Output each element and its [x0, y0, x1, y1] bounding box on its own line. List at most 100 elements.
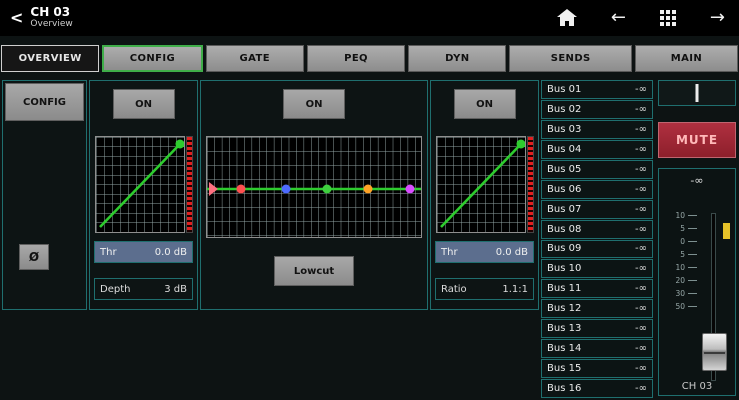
fader-channel-label: CH 03 — [659, 381, 735, 392]
fader-level-value: -∞ — [659, 174, 735, 187]
gate-depth-row[interactable]: Depth 3 dB — [94, 278, 193, 300]
tab-overview[interactable]: OVERVIEW — [1, 45, 99, 72]
tab-sends[interactable]: SENDS — [509, 45, 631, 72]
bus-send-level: -∞ — [635, 224, 647, 235]
dyn-threshold-label: Thr — [441, 247, 458, 258]
bus-send-level: -∞ — [635, 104, 647, 115]
tab-config[interactable]: CONFIG — [102, 45, 202, 72]
bus-name: Bus 01 — [547, 84, 581, 95]
config-section: CONFIG Ø — [2, 80, 87, 310]
back-arrow-icon[interactable]: ← — [611, 9, 626, 27]
bus-name: Bus 04 — [547, 144, 581, 155]
sends-list: Bus 01 -∞ Bus 02 -∞ Bus 03 -∞ Bus 04 -∞ … — [541, 80, 653, 398]
dyn-ratio-label: Ratio — [441, 284, 467, 295]
bus-send-row[interactable]: Bus 15 -∞ — [541, 359, 653, 378]
fader-scale-tick: 5 — [661, 222, 697, 235]
bus-send-row[interactable]: Bus 02 -∞ — [541, 100, 653, 119]
fader-scale-tick: 20 — [661, 274, 697, 287]
bus-name: Bus 09 — [547, 243, 581, 254]
gate-curve-graph[interactable] — [95, 136, 185, 233]
fader-scale-tick: 30 — [661, 287, 697, 300]
bus-send-row[interactable]: Bus 11 -∞ — [541, 279, 653, 298]
tab-bar: OVERVIEW CONFIG GATE PEQ DYN SENDS MAIN — [1, 45, 738, 72]
bus-name: Bus 14 — [547, 343, 581, 354]
eq-band-dot[interactable] — [406, 185, 415, 194]
bus-send-level: -∞ — [635, 343, 647, 354]
bus-send-level: -∞ — [635, 243, 647, 254]
gate-section: ON Thr 0.0 dB Depth 3 dB — [89, 80, 198, 310]
top-bar: < CH 03 Overview ← → — [0, 0, 739, 36]
scale-tick-mark — [688, 306, 697, 307]
bus-send-level: -∞ — [635, 363, 647, 374]
fader-scale-tick: 10 — [661, 261, 697, 274]
fader-section: -∞ 10 5 0 5 10 — [658, 168, 736, 396]
scale-label: 10 — [675, 211, 685, 220]
dyn-on-button[interactable]: ON — [454, 89, 516, 119]
bus-name: Bus 08 — [547, 224, 581, 235]
config-button[interactable]: CONFIG — [5, 83, 84, 121]
dyn-curve-graph[interactable] — [436, 136, 526, 233]
pan-indicator[interactable] — [658, 80, 736, 106]
peq-curve-graph[interactable] — [206, 136, 422, 238]
bus-send-row[interactable]: Bus 05 -∞ — [541, 160, 653, 179]
bus-send-row[interactable]: Bus 03 -∞ — [541, 120, 653, 139]
dyn-ratio-row[interactable]: Ratio 1.1:1 — [435, 278, 534, 300]
dyn-threshold-row[interactable]: Thr 0.0 dB — [435, 241, 534, 263]
dialpad-icon[interactable] — [660, 10, 676, 26]
bus-send-level: -∞ — [635, 164, 647, 175]
fader-cap[interactable] — [702, 333, 727, 371]
lowcut-button[interactable]: Lowcut — [274, 256, 354, 286]
bus-send-row[interactable]: Bus 06 -∞ — [541, 180, 653, 199]
bus-name: Bus 10 — [547, 263, 581, 274]
tab-main[interactable]: MAIN — [635, 45, 738, 72]
phase-invert-button[interactable]: Ø — [19, 244, 49, 270]
fader-scale-tick: 50 — [661, 300, 697, 313]
bus-send-row[interactable]: Bus 07 -∞ — [541, 200, 653, 219]
scale-label: 20 — [675, 276, 685, 285]
eq-band-dot[interactable] — [363, 185, 372, 194]
dyn-meter — [527, 136, 534, 233]
bus-send-row[interactable]: Bus 16 -∞ — [541, 379, 653, 398]
eq-band-dot[interactable] — [237, 185, 246, 194]
tab-peq[interactable]: PEQ — [307, 45, 405, 72]
bus-name: Bus 02 — [547, 104, 581, 115]
mixer-overview-screen: < CH 03 Overview ← → — [0, 0, 739, 400]
peq-on-button[interactable]: ON — [283, 89, 345, 119]
fader-scale: 10 5 0 5 10 20 — [661, 209, 697, 313]
bus-send-row[interactable]: Bus 12 -∞ — [541, 299, 653, 318]
bus-name: Bus 16 — [547, 383, 581, 394]
bus-send-row[interactable]: Bus 10 -∞ — [541, 259, 653, 278]
bus-send-row[interactable]: Bus 04 -∞ — [541, 140, 653, 159]
bus-send-row[interactable]: Bus 09 -∞ — [541, 240, 653, 259]
scale-tick-mark — [688, 280, 697, 281]
bus-name: Bus 05 — [547, 164, 581, 175]
gate-meter — [186, 136, 193, 233]
dyn-threshold-value: 0.0 dB — [496, 247, 528, 258]
bus-send-row[interactable]: Bus 08 -∞ — [541, 220, 653, 239]
fader-scale-tick: 10 — [661, 209, 697, 222]
forward-arrow-icon[interactable]: → — [710, 9, 725, 27]
bus-name: Bus 12 — [547, 303, 581, 314]
tab-gate[interactable]: GATE — [206, 45, 304, 72]
gate-depth-value: 3 dB — [164, 284, 187, 295]
channel-header[interactable]: < CH 03 Overview — [10, 6, 73, 30]
eq-band-dot[interactable] — [282, 185, 291, 194]
back-chevron-icon[interactable]: < — [10, 10, 23, 26]
tab-dyn[interactable]: DYN — [408, 45, 506, 72]
mute-button[interactable]: MUTE — [658, 122, 736, 158]
eq-band-dot[interactable] — [322, 185, 331, 194]
gate-on-button[interactable]: ON — [113, 89, 175, 119]
bus-send-row[interactable]: Bus 13 -∞ — [541, 319, 653, 338]
gate-threshold-row[interactable]: Thr 0.0 dB — [94, 241, 193, 263]
scale-tick-mark — [688, 267, 697, 268]
bus-send-row[interactable]: Bus 14 -∞ — [541, 339, 653, 358]
bus-send-level: -∞ — [635, 84, 647, 95]
scale-label: 0 — [680, 237, 685, 246]
scale-tick-mark — [688, 241, 697, 242]
bus-send-row[interactable]: Bus 01 -∞ — [541, 80, 653, 99]
pan-position-marker — [696, 84, 699, 102]
gate-threshold-value: 0.0 dB — [155, 247, 187, 258]
home-icon[interactable] — [557, 9, 577, 27]
bus-send-level: -∞ — [635, 383, 647, 394]
channel-title-block: CH 03 Overview — [30, 6, 72, 30]
